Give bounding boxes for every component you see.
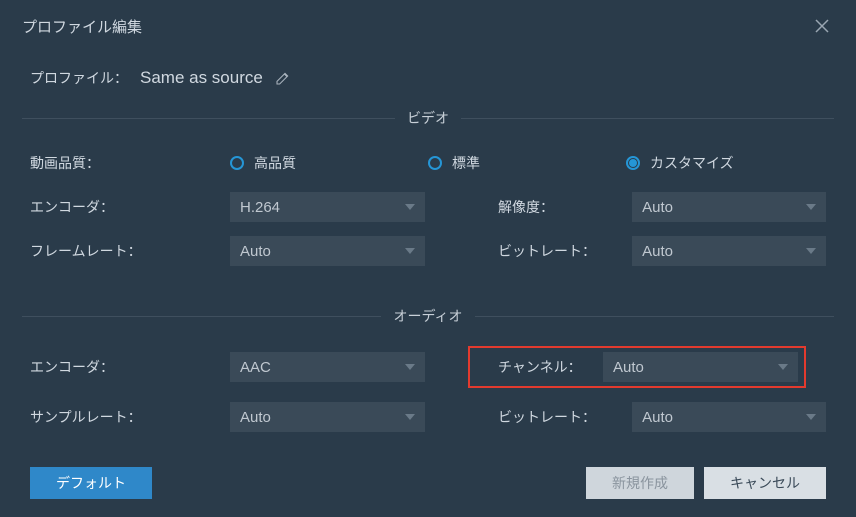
audio-channel-highlight: チャンネル： Auto: [468, 346, 806, 388]
dialog-footer: デフォルト 新規作成 キャンセル: [0, 467, 856, 499]
chevron-down-icon: [405, 248, 415, 254]
default-button[interactable]: デフォルト: [30, 467, 152, 499]
radio-icon: [428, 156, 442, 170]
dialog-header: プロファイル編集: [0, 0, 856, 48]
pencil-icon: [275, 70, 291, 86]
video-encoder-label: エンコーダ：: [30, 197, 230, 217]
audio-channel-value: Auto: [613, 359, 644, 376]
audio-bitrate-dropdown[interactable]: Auto: [632, 402, 826, 432]
radio-standard-label: 標準: [452, 153, 480, 173]
video-resolution-value: Auto: [642, 199, 673, 216]
video-quality-radio-group: 高品質 標準 カスタマイズ: [230, 153, 826, 173]
chevron-down-icon: [778, 364, 788, 370]
audio-encoder-dropdown[interactable]: AAC: [230, 352, 425, 382]
video-quality-row: 動画品質： 高品質 標準 カスタマイズ: [30, 148, 826, 178]
cancel-button[interactable]: キャンセル: [704, 467, 826, 499]
video-form: 動画品質： 高品質 標準 カスタマイズ: [22, 148, 834, 266]
audio-samplerate-dropdown[interactable]: Auto: [230, 402, 425, 432]
video-framerate-row: フレームレート： Auto ビットレート： Auto: [30, 236, 826, 266]
video-framerate-label: フレームレート：: [30, 241, 230, 261]
profile-row: プロファイル： Same as source: [22, 48, 834, 102]
audio-encoder-label: エンコーダ：: [30, 357, 230, 377]
audio-samplerate-label: サンプルレート：: [30, 407, 230, 427]
radio-icon: [230, 156, 244, 170]
radio-custom-label: カスタマイズ: [650, 153, 734, 173]
audio-channel-label: チャンネル：: [470, 357, 603, 377]
audio-form: エンコーダ： AAC チャンネル： Auto サンプルレート：: [22, 346, 834, 432]
video-section-divider: ビデオ: [22, 108, 834, 128]
video-encoder-row: エンコーダ： H.264 解像度： Auto: [30, 192, 826, 222]
video-bitrate-dropdown[interactable]: Auto: [632, 236, 826, 266]
radio-standard[interactable]: 標準: [428, 153, 626, 173]
video-bitrate-label: ビットレート：: [428, 241, 632, 261]
dialog-content: プロファイル： Same as source ビデオ 動画品質： 高品質: [0, 48, 856, 432]
audio-samplerate-row: サンプルレート： Auto ビットレート： Auto: [30, 402, 826, 432]
video-encoder-dropdown[interactable]: H.264: [230, 192, 425, 222]
audio-encoder-value: AAC: [240, 359, 271, 376]
radio-high-label: 高品質: [254, 153, 296, 173]
audio-section-title: オーディオ: [381, 306, 474, 326]
chevron-down-icon: [405, 364, 415, 370]
chevron-down-icon: [405, 414, 415, 420]
create-button: 新規作成: [586, 467, 694, 499]
audio-bitrate-value: Auto: [642, 409, 673, 426]
video-resolution-label: 解像度：: [428, 197, 632, 217]
video-quality-label: 動画品質：: [30, 153, 230, 173]
create-button-label: 新規作成: [612, 473, 668, 493]
chevron-down-icon: [405, 204, 415, 210]
audio-channel-dropdown[interactable]: Auto: [603, 352, 798, 382]
video-framerate-dropdown[interactable]: Auto: [230, 236, 425, 266]
video-resolution-dropdown[interactable]: Auto: [632, 192, 826, 222]
profile-name: Same as source: [140, 68, 263, 88]
audio-bitrate-label: ビットレート：: [428, 407, 632, 427]
chevron-down-icon: [806, 248, 816, 254]
audio-encoder-row: エンコーダ： AAC チャンネル： Auto: [30, 346, 826, 388]
footer-right-group: 新規作成 キャンセル: [586, 467, 826, 499]
edit-profile-button[interactable]: [275, 69, 293, 87]
chevron-down-icon: [806, 414, 816, 420]
default-button-label: デフォルト: [56, 473, 126, 493]
radio-custom[interactable]: カスタマイズ: [626, 153, 824, 173]
chevron-down-icon: [806, 204, 816, 210]
video-framerate-value: Auto: [240, 243, 271, 260]
close-button[interactable]: [810, 14, 834, 38]
video-section-title: ビデオ: [395, 108, 461, 128]
radio-high-quality[interactable]: 高品質: [230, 153, 428, 173]
cancel-button-label: キャンセル: [730, 473, 800, 493]
dialog-title: プロファイル編集: [22, 16, 142, 37]
close-icon: [813, 17, 831, 35]
radio-icon: [626, 156, 640, 170]
video-bitrate-value: Auto: [642, 243, 673, 260]
video-encoder-value: H.264: [240, 199, 280, 216]
audio-samplerate-value: Auto: [240, 409, 271, 426]
audio-section-divider: オーディオ: [22, 306, 834, 326]
profile-edit-dialog: プロファイル編集 プロファイル： Same as source ビデオ 動画品質…: [0, 0, 856, 517]
profile-label: プロファイル：: [30, 68, 128, 88]
